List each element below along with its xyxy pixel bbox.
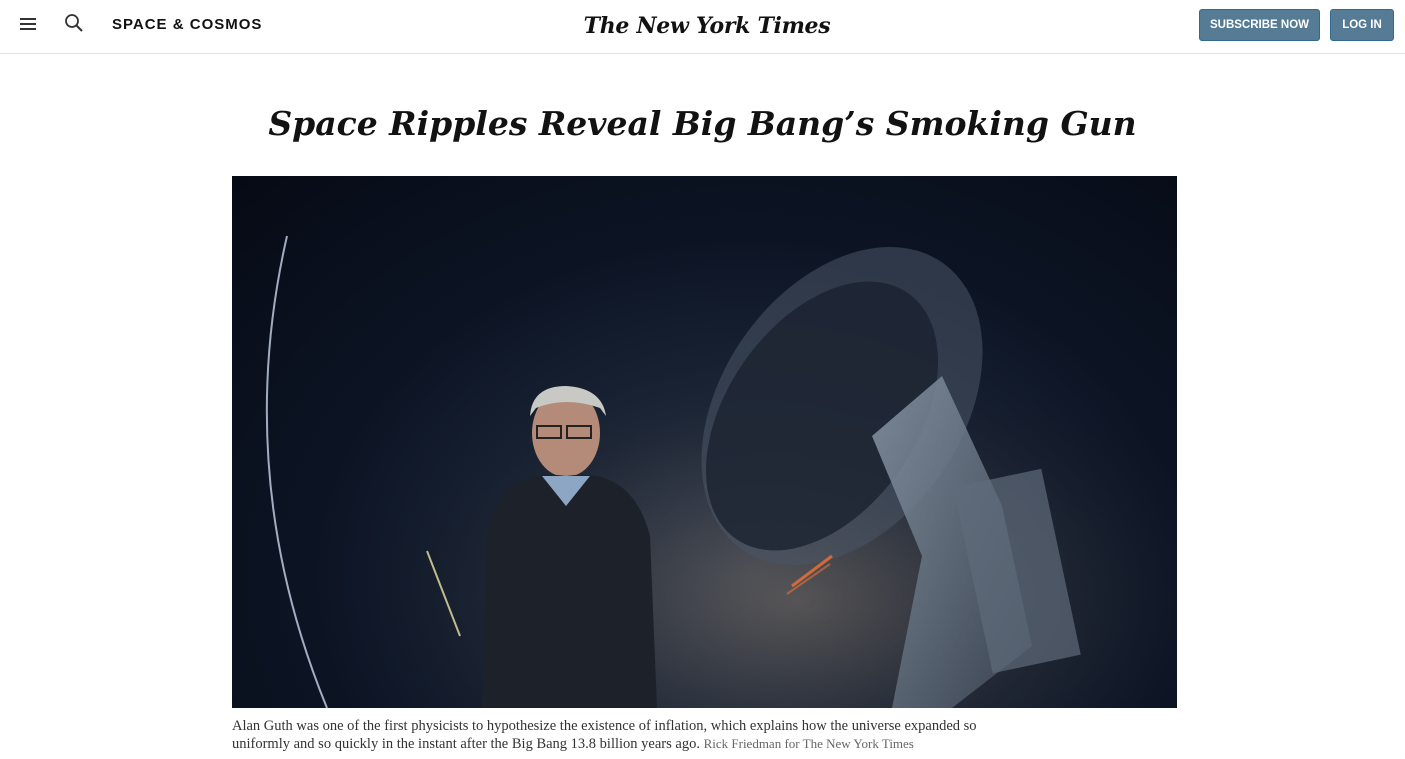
search-icon[interactable] [64,13,84,33]
photo-illustration [232,176,1177,708]
article-headline: Space Ripples Reveal Big Bang’s Smoking … [268,104,1137,143]
nyt-logo[interactable]: The New York Times [584,10,831,42]
login-button[interactable]: LOG IN [1330,9,1394,41]
subscribe-button[interactable]: SUBSCRIBE NOW [1199,9,1320,41]
article-photo [232,176,1177,708]
masthead: SPACE & COSMOS The New York Times SUBSCR… [0,0,1405,54]
hamburger-menu-icon[interactable] [18,14,38,34]
photo-credit: Rick Friedman for The New York Times [703,736,914,751]
photo-caption: Alan Guth was one of the first physicist… [232,718,1032,753]
section-link[interactable]: SPACE & COSMOS [112,16,262,33]
